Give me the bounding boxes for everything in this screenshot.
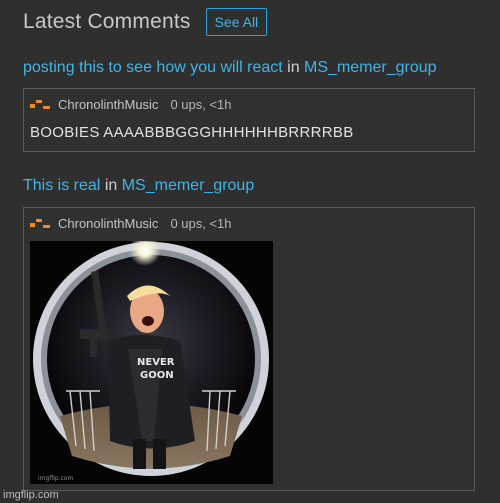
comment-meme-image[interactable]: NEVER GOON imgflip.com [30, 241, 273, 484]
comment-username[interactable]: ChronolinthMusic [58, 97, 158, 112]
shirt-text-line2: GOON [140, 370, 174, 381]
see-all-button[interactable]: See All [205, 8, 268, 36]
meme-picture: NEVER GOON imgflip.com [30, 241, 273, 484]
meme-watermark: imgflip.com [38, 475, 73, 482]
group-link[interactable]: MS_memer_group [304, 59, 437, 76]
comment-card: ChronolinthMusic 0 ups, <1h NEVER GOON i… [23, 207, 475, 491]
imgflip-watermark: imgflip.com [3, 489, 59, 501]
imgflip-logo-icon [30, 218, 52, 230]
comment-stats: 0 ups, <1h [170, 97, 232, 112]
latest-comments-header: Latest Comments See All [23, 8, 268, 36]
post-title-link[interactable]: This is real [23, 177, 100, 194]
comment-post-heading: posting this to see how you will react i… [23, 59, 437, 77]
post-title-link[interactable]: posting this to see how you will react [23, 59, 283, 76]
shirt-text-line1: NEVER [137, 357, 175, 368]
comment-text: BOOBIES AAAABBBGGGHHHHHHBRRRRBB [30, 124, 354, 141]
comment-meta: ChronolinthMusic 0 ups, <1h [24, 89, 474, 112]
imgflip-logo-icon [30, 99, 52, 111]
group-link[interactable]: MS_memer_group [122, 177, 255, 194]
comment-username[interactable]: ChronolinthMusic [58, 216, 158, 231]
page-title: Latest Comments [23, 10, 191, 33]
in-label: in [287, 59, 300, 76]
comment-card: ChronolinthMusic 0 ups, <1h BOOBIES AAAA… [23, 88, 475, 152]
comment-post-heading: This is real in MS_memer_group [23, 177, 254, 195]
comment-stats: 0 ups, <1h [170, 216, 232, 231]
comment-meta: ChronolinthMusic 0 ups, <1h [24, 208, 474, 231]
in-label: in [104, 177, 118, 194]
